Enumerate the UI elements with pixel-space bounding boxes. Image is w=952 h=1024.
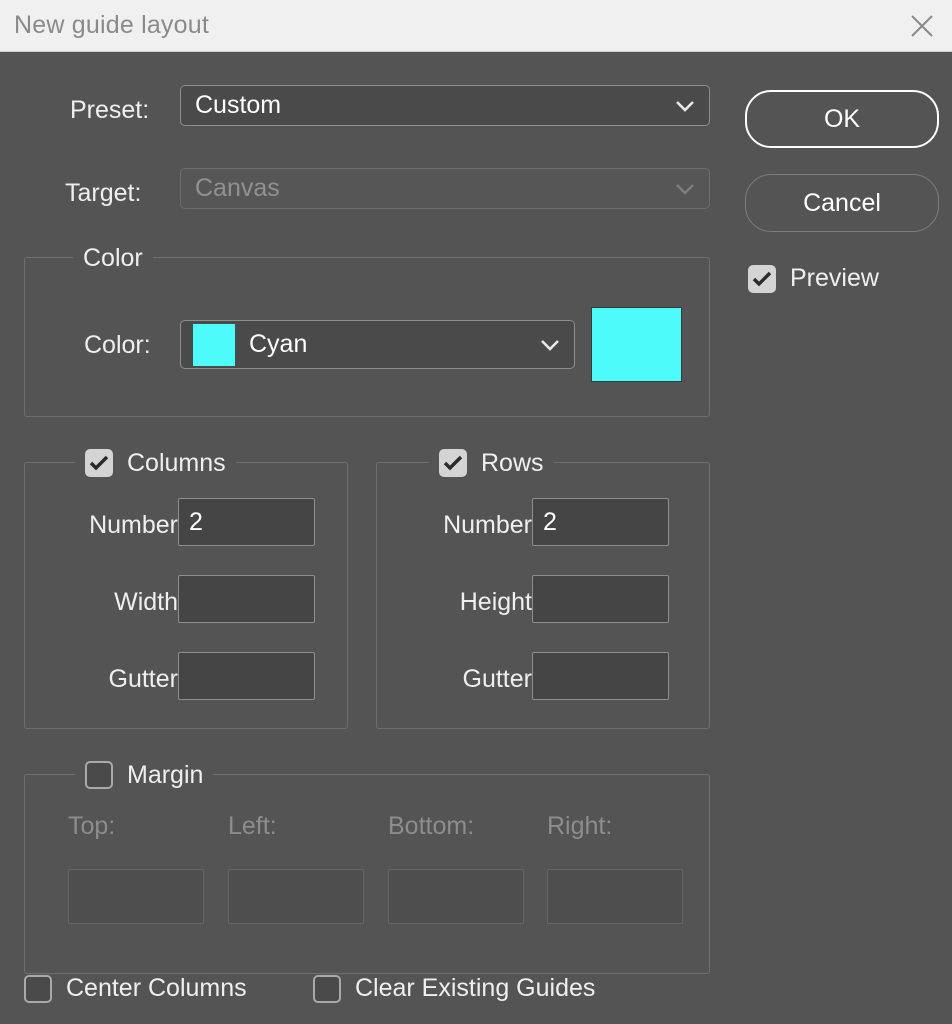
margin-checkbox[interactable] [85, 761, 113, 789]
ok-button-label: OK [823, 104, 861, 133]
margin-bottom-label: Bottom: [388, 812, 475, 840]
target-value: Canvas [195, 174, 280, 202]
margin-right-label: Right: [547, 812, 613, 840]
rows-group-legend[interactable]: Rows [429, 447, 554, 479]
center-columns-label: Center Columns [66, 974, 247, 1002]
rows-number-input[interactable]: 2 [532, 498, 669, 546]
target-select: Canvas [180, 168, 710, 209]
preset-label: Preset: [70, 96, 150, 124]
columns-gutter-label: Gutter [108, 665, 178, 693]
color-select[interactable]: Cyan [180, 320, 575, 369]
chevron-down-icon [675, 100, 695, 112]
ok-button[interactable]: OK [745, 90, 939, 148]
margin-group-legend-label: Margin [127, 760, 204, 789]
dialog-title: New guide layout [14, 11, 209, 39]
color-value: Cyan [249, 330, 308, 358]
preview-checkbox-row[interactable]: Preview [748, 264, 879, 293]
color-swatch-small [193, 323, 235, 366]
color-group-legend: Color [73, 242, 153, 274]
rows-checkbox[interactable] [439, 449, 467, 477]
margin-right-input [547, 869, 683, 924]
columns-group-legend[interactable]: Columns [75, 447, 236, 479]
chevron-down-icon [540, 339, 560, 351]
columns-gutter-input[interactable] [178, 652, 315, 700]
columns-width-input[interactable] [178, 575, 315, 623]
color-group-legend-label: Color [83, 243, 143, 272]
center-columns-checkbox-row[interactable]: Center Columns [24, 974, 247, 1003]
margin-top-label: Top: [68, 812, 116, 840]
columns-checkbox[interactable] [85, 449, 113, 477]
preset-value: Custom [195, 91, 282, 119]
margin-group-legend[interactable]: Margin [75, 759, 214, 791]
close-icon[interactable] [904, 8, 940, 44]
cancel-button-label: Cancel [803, 188, 881, 217]
rows-group-legend-label: Rows [481, 448, 544, 477]
preview-checkbox[interactable] [748, 264, 776, 293]
columns-number-input[interactable]: 2 [178, 498, 315, 546]
columns-group-legend-label: Columns [127, 448, 226, 477]
rows-number-value: 2 [543, 507, 557, 536]
rows-height-label: Height [459, 588, 532, 616]
clear-existing-guides-label: Clear Existing Guides [355, 974, 596, 1002]
margin-left-label: Left: [228, 812, 277, 840]
rows-gutter-input[interactable] [532, 652, 669, 700]
cancel-button[interactable]: Cancel [745, 174, 939, 232]
rows-number-label: Number [443, 511, 532, 539]
chevron-down-icon [675, 183, 695, 195]
dialog-body: Preset: Custom Target: Canvas OK Cancel … [0, 52, 952, 1024]
margin-left-input [228, 869, 364, 924]
columns-width-label: Width [114, 588, 178, 616]
dialog-titlebar: New guide layout [0, 0, 952, 52]
clear-existing-guides-checkbox-row[interactable]: Clear Existing Guides [313, 974, 595, 1003]
color-field-label: Color: [84, 331, 151, 359]
rows-gutter-label: Gutter [462, 665, 532, 693]
center-columns-checkbox[interactable] [24, 974, 52, 1003]
preset-select[interactable]: Custom [180, 85, 710, 126]
margin-top-input [68, 869, 204, 924]
target-label: Target: [65, 179, 142, 207]
color-swatch-preview[interactable] [591, 307, 682, 382]
clear-existing-guides-checkbox[interactable] [313, 974, 341, 1003]
margin-bottom-input [388, 869, 524, 924]
preview-label: Preview [790, 264, 879, 292]
columns-number-label: Number [89, 511, 178, 539]
rows-height-input[interactable] [532, 575, 669, 623]
columns-number-value: 2 [189, 507, 203, 536]
